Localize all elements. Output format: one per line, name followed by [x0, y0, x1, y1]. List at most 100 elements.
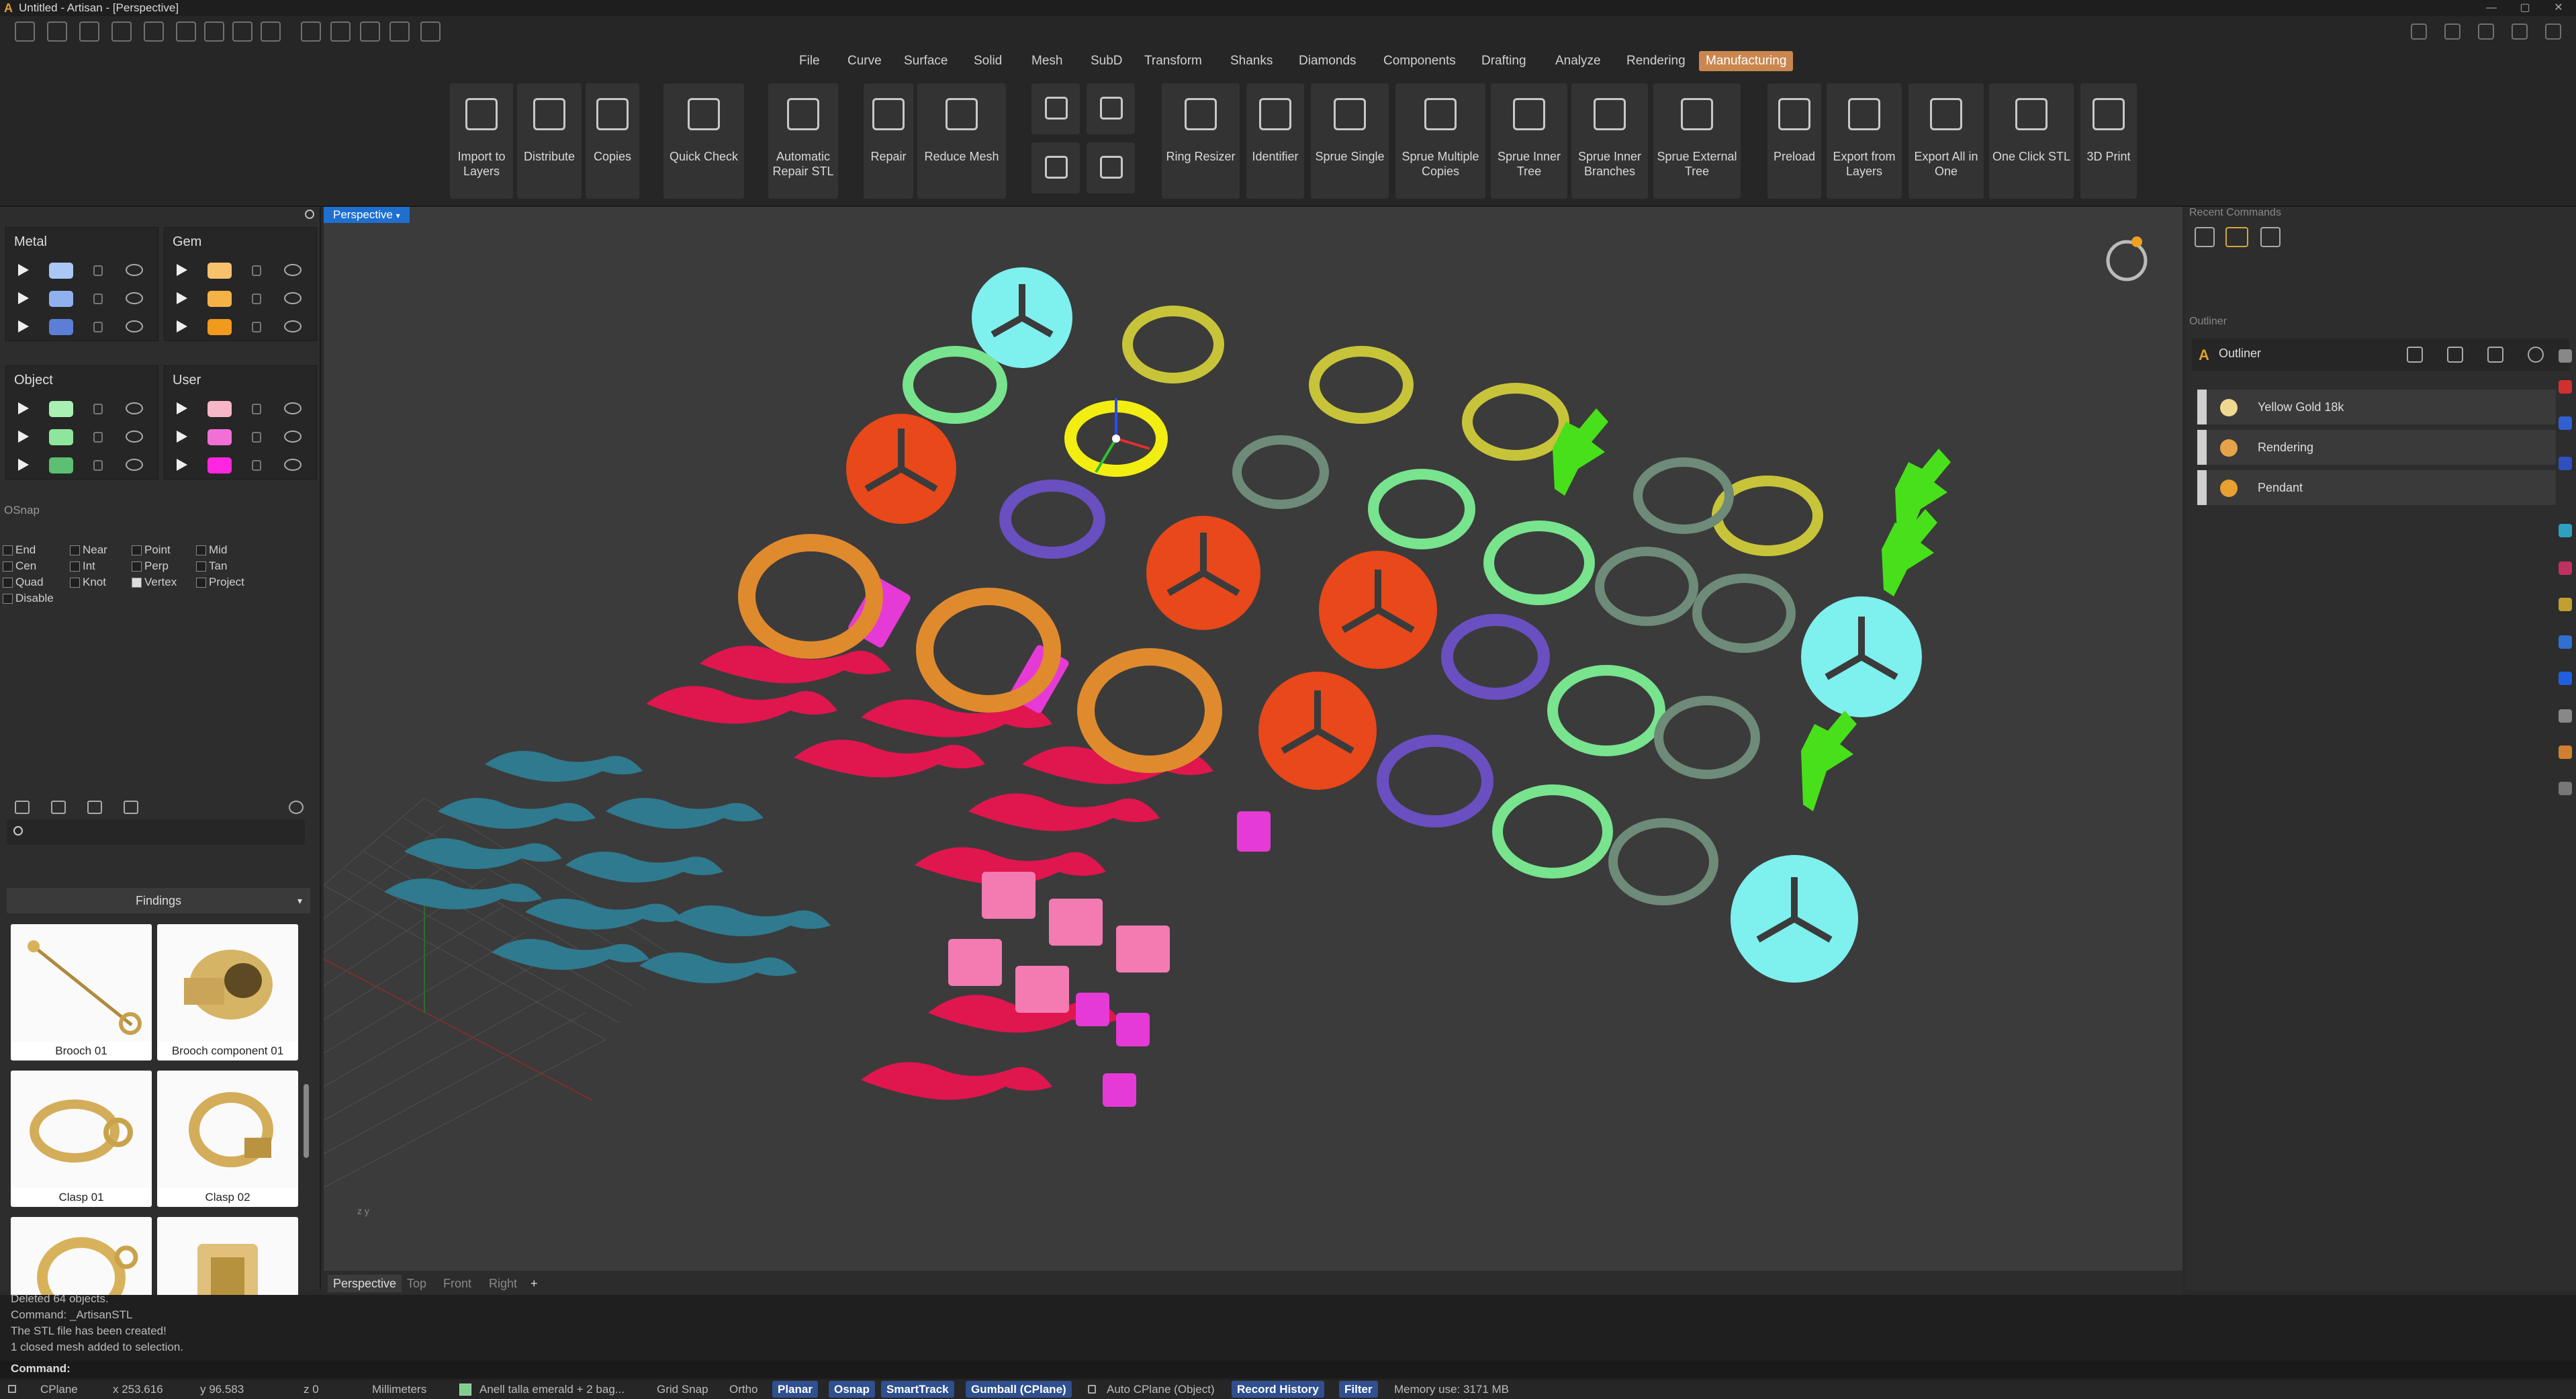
identifier-button[interactable]: Identifier	[1246, 83, 1304, 199]
checkbox[interactable]	[196, 545, 206, 556]
open-folder-icon[interactable]	[79, 21, 99, 42]
checkbox[interactable]	[3, 561, 13, 572]
automatic-repair-stl-button[interactable]: Automatic Repair STL	[768, 83, 838, 199]
side-tool-icon[interactable]	[2559, 380, 2572, 394]
checkbox[interactable]	[70, 545, 80, 556]
side-tool-icon[interactable]	[2559, 349, 2572, 363]
menu-shanks[interactable]: Shanks	[1224, 51, 1279, 71]
side-tool-icon[interactable]	[2559, 524, 2572, 537]
library-scrollbar[interactable]	[304, 1084, 309, 1158]
status-current-layer[interactable]: Anell talla emerald + 2 bag...	[474, 1380, 630, 1399]
tab-front[interactable]: Front	[438, 1275, 477, 1292]
library-search-input[interactable]	[7, 819, 305, 845]
layer-row[interactable]	[165, 422, 316, 451]
tab-right[interactable]: Right	[484, 1275, 522, 1292]
checkbox[interactable]	[132, 545, 142, 556]
layer-row[interactable]	[6, 256, 158, 284]
eye-icon[interactable]	[126, 402, 143, 414]
color-swatch[interactable]	[208, 429, 232, 445]
status-ortho[interactable]: Ortho	[724, 1380, 764, 1399]
minimize-icon[interactable]: —	[2478, 0, 2505, 16]
recent-undo-icon[interactable]	[2195, 227, 2215, 247]
new-file-icon[interactable]	[15, 21, 35, 42]
lock-icon[interactable]	[93, 432, 103, 443]
outliner-item-rendering[interactable]: Rendering	[2197, 430, 2556, 465]
side-tool-icon[interactable]	[2559, 746, 2572, 759]
lock-icon[interactable]	[252, 460, 261, 471]
play-icon[interactable]	[18, 292, 29, 304]
library-category-dropdown[interactable]: Findings ▾	[7, 888, 310, 913]
select-icon[interactable]	[301, 21, 321, 42]
menu-mesh[interactable]: Mesh	[1025, 51, 1069, 71]
side-tool-icon[interactable]	[2559, 416, 2572, 430]
menu-diamonds[interactable]: Diamonds	[1292, 51, 1363, 71]
status-planar[interactable]: Planar	[772, 1381, 818, 1398]
play-icon[interactable]	[18, 320, 29, 332]
side-tool-icon[interactable]	[2559, 635, 2572, 649]
tab-top[interactable]: Top	[402, 1275, 432, 1292]
ring-resizer-button[interactable]: Ring Resizer	[1162, 83, 1240, 199]
scale-icon[interactable]	[2447, 347, 2463, 363]
menu-analyze[interactable]: Analyze	[1549, 51, 1608, 71]
tool-small-1[interactable]	[1031, 83, 1080, 134]
play-icon[interactable]	[18, 264, 29, 276]
osnap-point[interactable]: Point	[132, 543, 171, 557]
checkbox[interactable]	[196, 578, 206, 588]
checkbox-checked[interactable]	[132, 578, 142, 588]
pencil-tool-icon[interactable]	[2407, 347, 2423, 363]
play-icon[interactable]	[177, 402, 187, 414]
add-viewport-button[interactable]: +	[525, 1275, 543, 1292]
lock-icon[interactable]	[93, 265, 103, 276]
play-icon[interactable]	[177, 264, 187, 276]
osnap-disable[interactable]: Disable	[3, 591, 54, 606]
play-icon[interactable]	[177, 292, 187, 304]
lock-icon[interactable]	[93, 460, 103, 471]
status-record-history[interactable]: Record History	[1232, 1381, 1324, 1398]
sprue-inner-branches-button[interactable]: Sprue Inner Branches	[1571, 83, 1648, 199]
move-icon[interactable]	[360, 21, 380, 42]
eye-icon[interactable]	[284, 402, 302, 414]
viewport-title-tab[interactable]: Perspective ▾	[324, 207, 410, 223]
color-swatch[interactable]	[49, 429, 73, 445]
color-swatch[interactable]	[208, 291, 232, 307]
eye-icon[interactable]	[284, 431, 302, 443]
gear-icon[interactable]	[2545, 24, 2561, 40]
osnap-project[interactable]: Project	[196, 575, 244, 590]
close-icon[interactable]: ✕	[2545, 0, 2572, 16]
status-cplane[interactable]: CPlane	[35, 1380, 83, 1399]
osnap-quad[interactable]: Quad	[3, 575, 44, 590]
sprue-single-button[interactable]: Sprue Single	[1311, 83, 1389, 199]
osnap-perp[interactable]: Perp	[132, 559, 169, 574]
lock-icon[interactable]	[93, 404, 103, 414]
color-swatch[interactable]	[208, 263, 232, 279]
status-filter[interactable]: Filter	[1339, 1381, 1378, 1398]
3d-print-button[interactable]: 3D Print	[2080, 83, 2137, 199]
play-icon[interactable]	[18, 431, 29, 443]
save-as-icon[interactable]	[232, 21, 252, 42]
library-item-clasp-01[interactable]: Clasp 01	[11, 1071, 152, 1207]
refresh-icon[interactable]	[289, 801, 304, 814]
lock-icon[interactable]	[252, 265, 261, 276]
recent-select-icon[interactable]	[2260, 227, 2281, 247]
export-all-in-one-button[interactable]: Export All in One	[1908, 83, 1984, 199]
eye-icon[interactable]	[126, 292, 143, 304]
edit-icon[interactable]	[2487, 347, 2503, 363]
save-icon[interactable]	[204, 21, 224, 42]
panel-settings-icon[interactable]	[305, 210, 314, 219]
sprue-multiple-copies-button[interactable]: Sprue Multiple Copies	[1395, 83, 1485, 199]
layer-row[interactable]	[6, 394, 158, 422]
preload-button[interactable]: Preload	[1767, 83, 1821, 199]
layer-row[interactable]	[165, 256, 316, 284]
tool-small-2[interactable]	[1087, 83, 1135, 134]
checkbox[interactable]	[3, 545, 13, 556]
side-tool-icon[interactable]	[2559, 672, 2572, 685]
color-swatch[interactable]	[208, 401, 232, 417]
side-tool-icon[interactable]	[2559, 782, 2572, 795]
eye-icon[interactable]	[284, 320, 302, 332]
reduce-mesh-button[interactable]: Reduce Mesh	[917, 83, 1006, 199]
checkbox[interactable]	[3, 578, 13, 588]
color-swatch[interactable]	[49, 401, 73, 417]
redo-icon[interactable]	[176, 21, 196, 42]
lock-icon[interactable]	[252, 404, 261, 414]
color-swatch[interactable]	[49, 291, 73, 307]
